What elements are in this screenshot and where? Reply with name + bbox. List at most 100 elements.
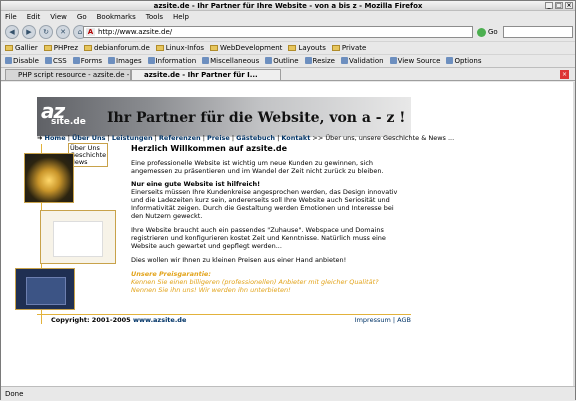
web-developer-toolbar: Disable CSS Forms Images Information Mis… (1, 54, 575, 66)
menu-help[interactable]: Help (173, 11, 189, 23)
banner-title: Ihr Partner für die Website, von a - z ! (107, 110, 406, 126)
website-preview-image-2 (15, 268, 75, 310)
paragraph-design: Einerseits müssen Ihre Kundenkreise ange… (131, 188, 398, 220)
impressum-link[interactable]: Impressum (355, 316, 391, 324)
menu-tools[interactable]: Tools (146, 11, 163, 23)
nav-arrow-icon: ➜ (37, 134, 43, 142)
maximize-button[interactable]: □ (555, 2, 563, 9)
window-title: azsite.de - Ihr Partner für Ihre Website… (153, 2, 423, 10)
nav-kontakt[interactable]: Kontakt (281, 134, 310, 142)
fireworks-image (24, 153, 74, 203)
paragraph-hosting: Ihre Website braucht auch ein passendes … (131, 226, 386, 250)
agb-link[interactable]: AGB (397, 316, 411, 324)
bookmark-folder-linux-infos[interactable]: Linux-Infos (155, 44, 204, 52)
bookmark-icon (43, 44, 52, 51)
options-icon (446, 57, 454, 64)
images-icon (108, 57, 116, 64)
bookmark-phprez[interactable]: PHPrez (43, 44, 78, 52)
menu-file[interactable]: File (5, 11, 17, 23)
browser-window: azsite.de - Ihr Partner für Ihre Website… (0, 0, 576, 400)
minimize-button[interactable]: _ (545, 2, 553, 9)
site-footer: Copyright: 2001-2005 www.azsite.de Impre… (51, 316, 411, 324)
folder-icon (331, 44, 340, 51)
folder-icon (288, 44, 297, 51)
validation-icon (340, 57, 348, 64)
devbar-options[interactable]: Options (446, 57, 481, 65)
url-input[interactable]: A http://www.azsite.de/ (83, 26, 473, 38)
nav-leistungen[interactable]: Leistungen (112, 134, 153, 142)
devbar-disable[interactable]: Disable (5, 57, 39, 65)
footer-divider (37, 314, 411, 315)
guarantee-line-1: Kennen Sie einen billigeren (professione… (131, 278, 379, 286)
submenu-news[interactable]: News (70, 159, 106, 166)
bookmark-folder-webdevelopment[interactable]: WebDevelopment (210, 44, 282, 52)
bookmark-gallier[interactable]: Gallier (5, 44, 38, 52)
go-button[interactable]: Go (477, 26, 498, 38)
url-text: http://www.azsite.de/ (98, 28, 173, 36)
devbar-resize[interactable]: Resize (304, 57, 335, 65)
website-preview-image-1 (40, 210, 116, 264)
window-controls: _ □ × (545, 2, 573, 9)
nav-referenzen[interactable]: Referenzen (159, 134, 201, 142)
paragraph-title: Nur eine gute Website ist hilfreich! (131, 180, 261, 188)
window-titlebar: azsite.de - Ihr Partner für Ihre Website… (1, 1, 575, 11)
nav-preise[interactable]: Preise (207, 134, 230, 142)
outline-icon (265, 57, 273, 64)
devbar-forms[interactable]: Forms (72, 57, 102, 65)
status-text: Done (5, 390, 24, 398)
menu-bookmarks[interactable]: Bookmarks (97, 11, 136, 23)
footer-links: Impressum | AGB (354, 316, 411, 324)
stop-icon[interactable]: ✕ (56, 25, 70, 39)
site-favicon-icon: A (86, 28, 95, 36)
menu-go[interactable]: Go (77, 11, 87, 23)
bookmark-debianforum[interactable]: debianforum.de (84, 44, 150, 52)
site-logo-subtext: site.de (51, 117, 86, 127)
view-source-icon (389, 57, 397, 64)
menu-bar: File Edit View Go Bookmarks Tools Help (1, 11, 575, 23)
nav-gaestebuch[interactable]: Gästebuch (236, 134, 275, 142)
tab-bar: PHP script resource - azsite.de - ... az… (1, 67, 575, 81)
information-icon (147, 57, 155, 64)
css-icon (44, 57, 52, 64)
devbar-css[interactable]: CSS (44, 57, 67, 65)
site-banner: az site.de Ihr Partner für die Website, … (37, 97, 411, 137)
devbar-information[interactable]: Information (147, 57, 196, 65)
devbar-validation[interactable]: Validation (340, 57, 384, 65)
nav-home[interactable]: Home (45, 134, 66, 142)
miscellaneous-icon (202, 57, 210, 64)
copyright-text: Copyright: 2001-2005 (51, 316, 131, 324)
paragraph-intro: Eine professionelle Website ist wichtig … (131, 159, 384, 175)
resize-icon (304, 57, 312, 64)
nav-ueber-uns[interactable]: Über Uns (72, 134, 106, 142)
devbar-view-source[interactable]: View Source (389, 57, 440, 65)
devbar-images[interactable]: Images (108, 57, 142, 65)
site-navigation: ➜ Home | Über Uns | Leistungen | Referen… (37, 134, 455, 142)
close-window-button[interactable]: × (565, 2, 573, 9)
tab-php-script-resource[interactable]: PHP script resource - azsite.de - ... (5, 69, 131, 81)
bookmark-folder-private[interactable]: Private (331, 44, 366, 52)
tab-azsite[interactable]: azsite.de - Ihr Partner für I... (131, 69, 281, 81)
close-tab-icon[interactable]: × (560, 70, 569, 79)
back-icon[interactable]: ◀ (5, 25, 19, 39)
bookmarks-toolbar: Gallier PHPrez debianforum.de Linux-Info… (1, 41, 575, 53)
forward-icon[interactable]: ▶ (22, 25, 36, 39)
breadcrumb: >> Über uns, unsere Geschichte & News ..… (312, 134, 455, 142)
guarantee-title: Unsere Preisgarantie: (131, 270, 211, 278)
menu-view[interactable]: View (50, 11, 67, 23)
devbar-outline[interactable]: Outline (265, 57, 299, 65)
bookmark-icon (84, 44, 93, 51)
go-label: Go (488, 28, 498, 36)
page-scrollbar[interactable] (573, 82, 575, 386)
bookmark-icon (5, 44, 13, 51)
folder-icon (210, 44, 219, 51)
menu-edit[interactable]: Edit (27, 11, 41, 23)
bookmark-folder-layouts[interactable]: Layouts (288, 44, 326, 52)
preview-frame (53, 221, 103, 257)
preview-frame (26, 277, 66, 305)
page-heading: Herzlich Willkommen auf azsite.de (131, 144, 288, 153)
devbar-miscellaneous[interactable]: Miscellaneous (202, 57, 259, 65)
guarantee-line-2: Nennen Sie ihn uns! Wir werden ihn unter… (131, 286, 291, 294)
reload-icon[interactable]: ↻ (39, 25, 53, 39)
search-input[interactable] (503, 26, 573, 38)
copyright-link[interactable]: www.azsite.de (133, 316, 186, 324)
